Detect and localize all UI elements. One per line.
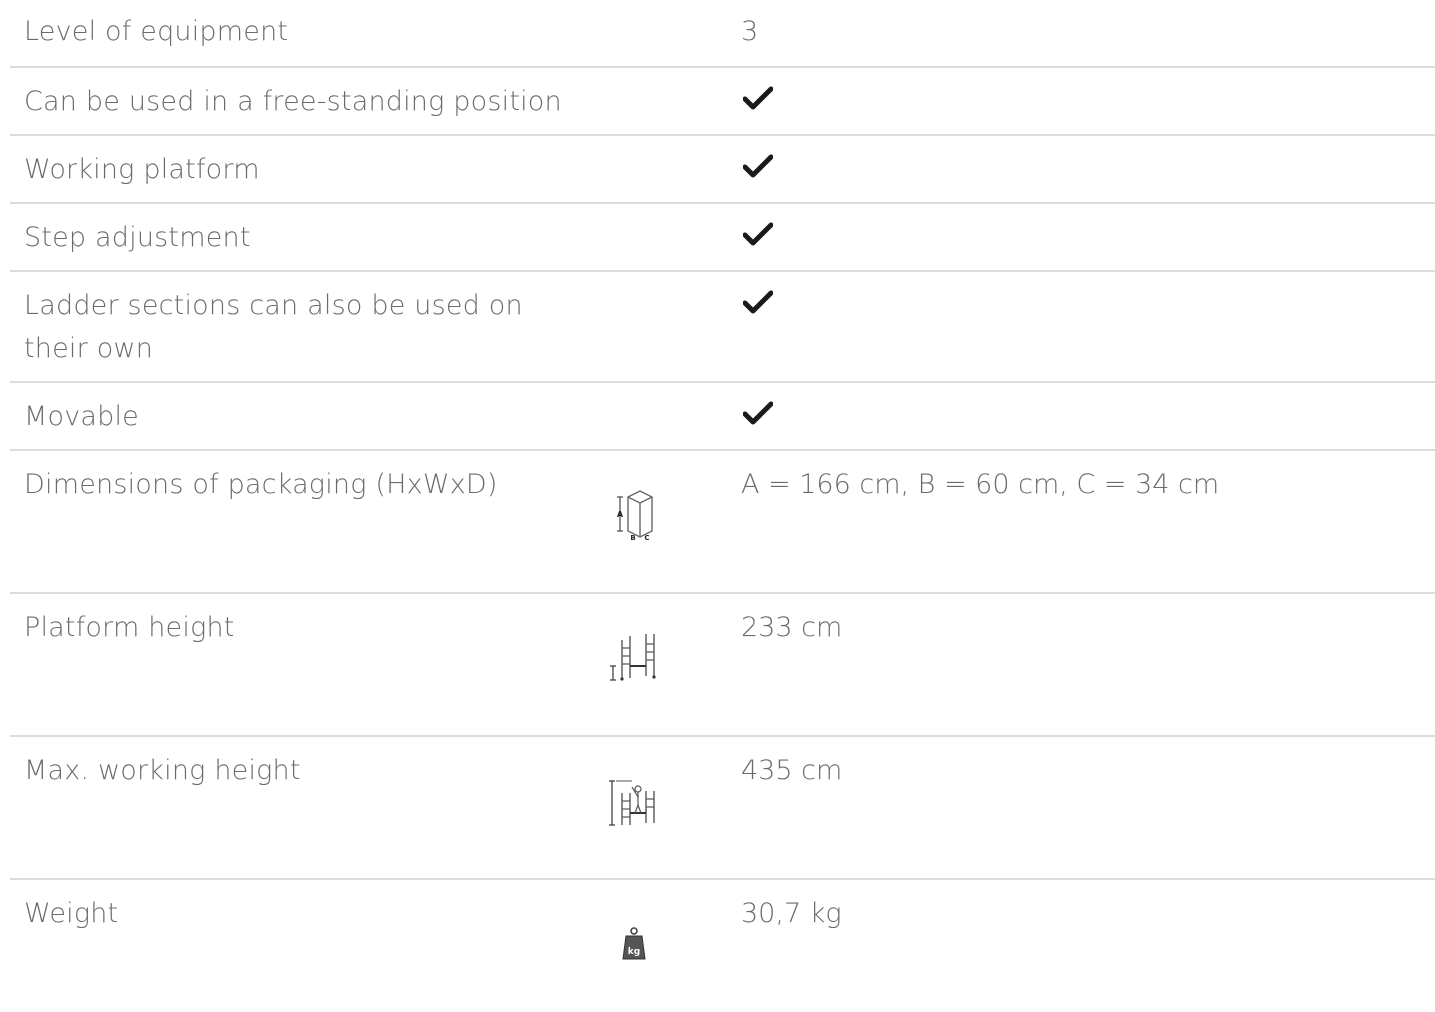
spec-row-step-adjustment: Step adjustment (10, 204, 1435, 272)
check-icon (743, 154, 773, 178)
spec-row-max-working-height: Max. working height 435 cm (10, 737, 1435, 880)
working-height-icon (609, 780, 655, 826)
spec-row-movable: Movable (10, 383, 1435, 451)
spec-row-level-of-equipment: Level of equipment 3 (10, 0, 1435, 68)
package-dimensions-icon: A B C (617, 490, 653, 541)
spec-row-platform-height: Platform height 233 cm (10, 594, 1435, 737)
spec-label: Working platform (24, 154, 260, 185)
spec-label: Movable (24, 401, 139, 432)
spec-value: 233 cm (741, 612, 843, 643)
icon-letter-a: A (617, 510, 624, 519)
platform-height-icon (610, 634, 656, 681)
spec-label: Can be used in a free-standing position (24, 86, 562, 117)
spec-value: 3 (741, 16, 759, 47)
spec-value: 30,7 kg (741, 898, 842, 929)
spec-value: 435 cm (741, 755, 843, 786)
weight-icon-label: kg (628, 947, 640, 957)
spec-label: Dimensions of packaging (HxWxD) (24, 469, 498, 500)
spec-row-packaging-dimensions: Dimensions of packaging (HxWxD) A B C A … (10, 451, 1435, 594)
spec-row-weight: Weight kg 30,7 kg (10, 880, 1435, 1010)
spec-row-working-platform: Working platform (10, 136, 1435, 204)
weight-icon: kg (622, 927, 646, 960)
spec-table: Level of equipment 3 Can be used in a fr… (0, 0, 1435, 1010)
spec-label: Max. working height (24, 755, 301, 786)
icon-letter-b: B (630, 534, 635, 541)
spec-value: A = 166 cm, B = 60 cm, C = 34 cm (741, 469, 1220, 500)
spec-row-free-standing: Can be used in a free-standing position (10, 68, 1435, 136)
spec-label: Ladder sections can also be used on thei… (24, 290, 523, 364)
spec-label: Platform height (24, 612, 235, 643)
icon-letter-c: C (644, 534, 649, 541)
check-icon (743, 222, 773, 246)
spec-label: Step adjustment (24, 222, 251, 253)
check-icon (743, 86, 773, 110)
spec-label: Weight (24, 898, 119, 929)
spec-row-ladder-sections: Ladder sections can also be used on thei… (10, 272, 1435, 383)
spec-label: Level of equipment (24, 16, 289, 47)
check-icon (743, 290, 773, 314)
check-icon (743, 401, 773, 425)
